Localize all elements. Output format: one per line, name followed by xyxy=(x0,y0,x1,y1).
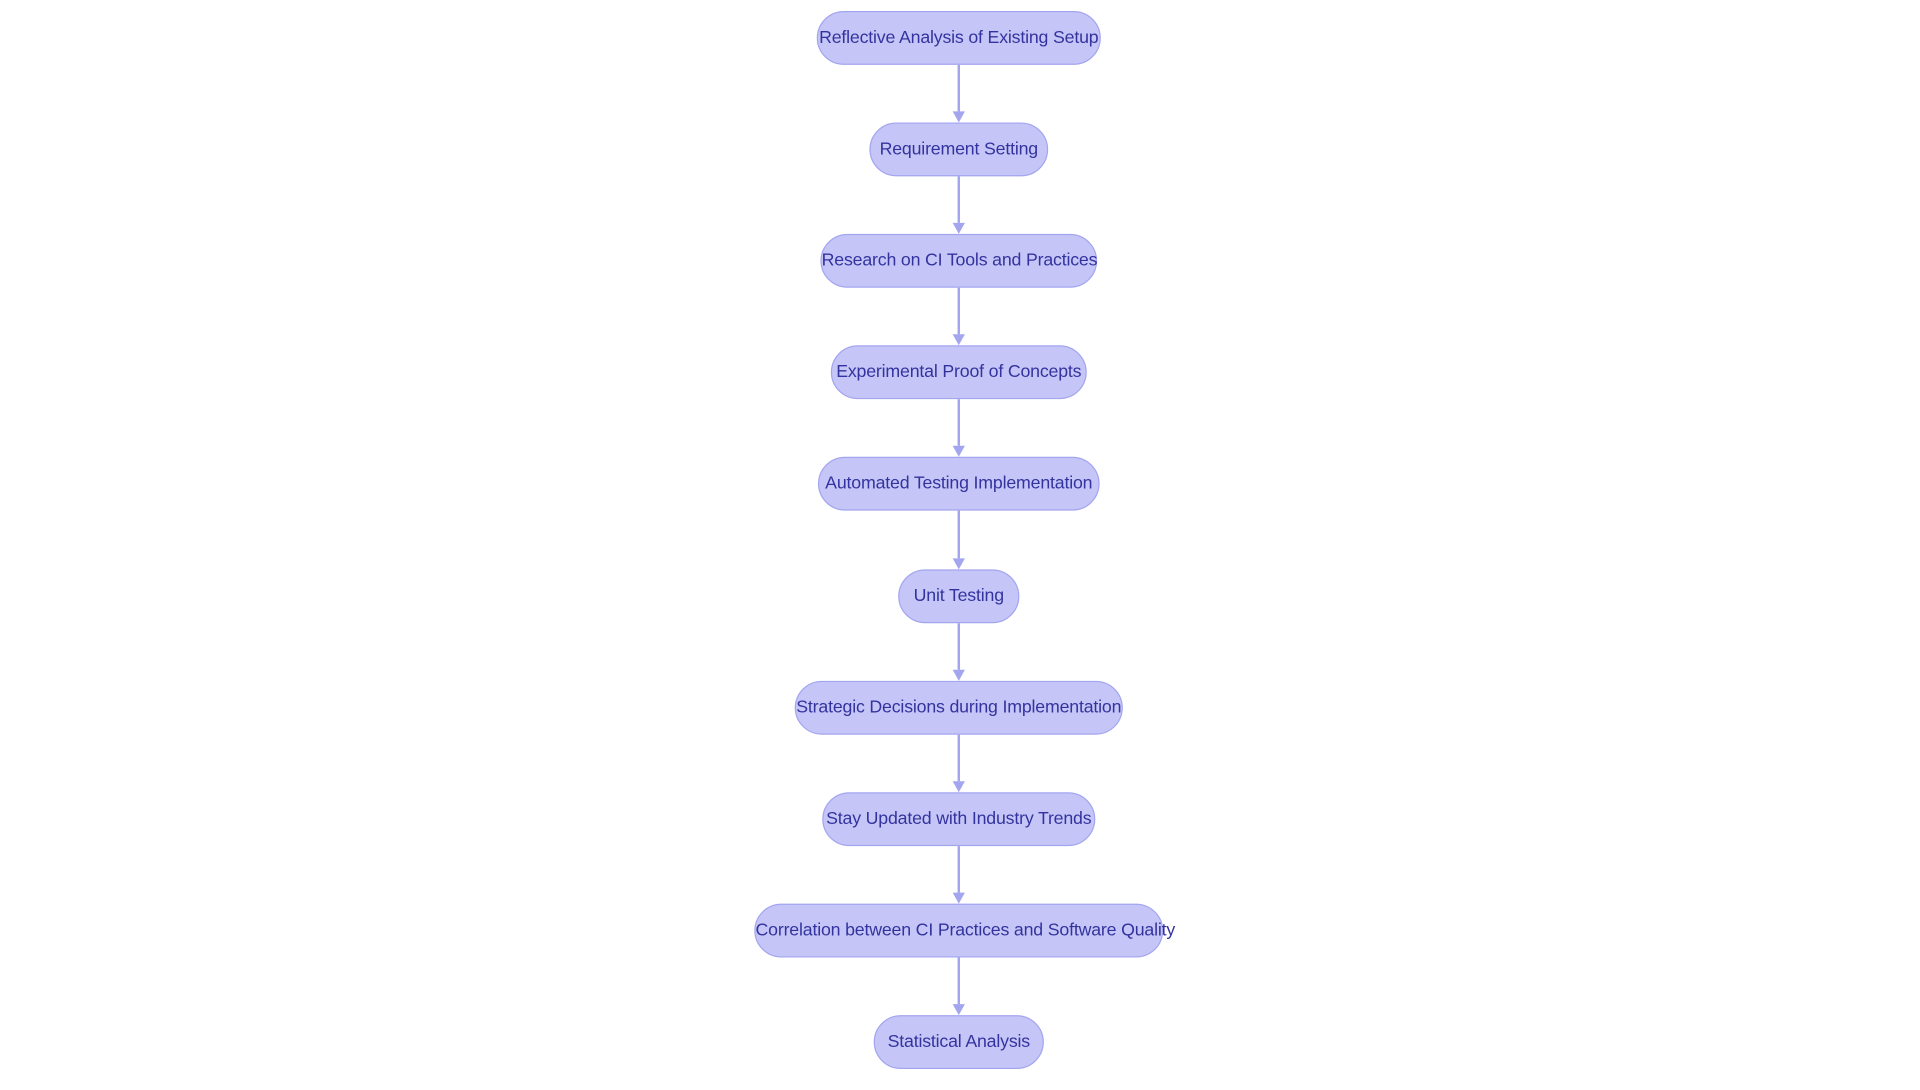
flow-node-n8[interactable]: Stay Updated with Industry Trends xyxy=(822,792,1096,847)
flow-node-n7[interactable]: Strategic Decisions during Implementatio… xyxy=(794,680,1123,735)
flow-edge-n2-to-n3 xyxy=(950,176,967,234)
edge-line xyxy=(957,734,960,782)
arrowhead-icon xyxy=(952,892,965,904)
flow-node-n6[interactable]: Unit Testing xyxy=(898,569,1020,624)
flow-edge-n9-to-n10 xyxy=(950,957,967,1016)
arrowhead-icon xyxy=(952,445,965,457)
arrowhead-icon xyxy=(952,781,965,793)
flow-node-n10[interactable]: Statistical Analysis xyxy=(873,1015,1044,1069)
flow-edge-n5-to-n6 xyxy=(950,510,967,570)
flow-edge-n3-to-n4 xyxy=(950,287,967,346)
flow-edge-n1-to-n2 xyxy=(950,64,967,123)
edge-line xyxy=(957,510,960,559)
arrowhead-icon xyxy=(952,1004,965,1016)
edge-line xyxy=(957,287,960,335)
edge-line xyxy=(957,846,960,893)
flow-node-n3[interactable]: Research on CI Tools and Practices xyxy=(820,233,1098,288)
arrowhead-icon xyxy=(952,111,965,123)
flowchart-content: Reflective Analysis of Existing Setup Req… xyxy=(0,0,1920,1090)
flow-edge-n4-to-n5 xyxy=(950,399,967,457)
flow-edge-n7-to-n8 xyxy=(950,734,967,793)
flow-node-n9[interactable]: Correlation between CI Practices and Sof… xyxy=(754,903,1175,958)
flow-node-n4[interactable]: Experimental Proof of Concepts xyxy=(830,345,1087,400)
edge-line xyxy=(957,957,960,1005)
flow-node-n5[interactable]: Automated Testing Implementation xyxy=(817,456,1100,511)
flow-node-n1[interactable]: Reflective Analysis of Existing Setup xyxy=(816,11,1101,65)
flow-edge-n8-to-n9 xyxy=(950,846,967,904)
edge-line xyxy=(957,623,960,670)
arrowhead-icon xyxy=(952,558,965,570)
arrowhead-icon xyxy=(952,334,965,346)
flow-edge-n6-to-n7 xyxy=(950,623,967,681)
arrowhead-icon xyxy=(952,222,965,234)
edge-line xyxy=(957,176,960,223)
edge-line xyxy=(957,64,960,112)
flow-node-n2[interactable]: Requirement Setting xyxy=(869,122,1049,177)
arrowhead-icon xyxy=(952,669,965,681)
edge-line xyxy=(957,399,960,446)
flowchart-canvas: Reflective Analysis of Existing Setup Req… xyxy=(0,0,1920,1080)
